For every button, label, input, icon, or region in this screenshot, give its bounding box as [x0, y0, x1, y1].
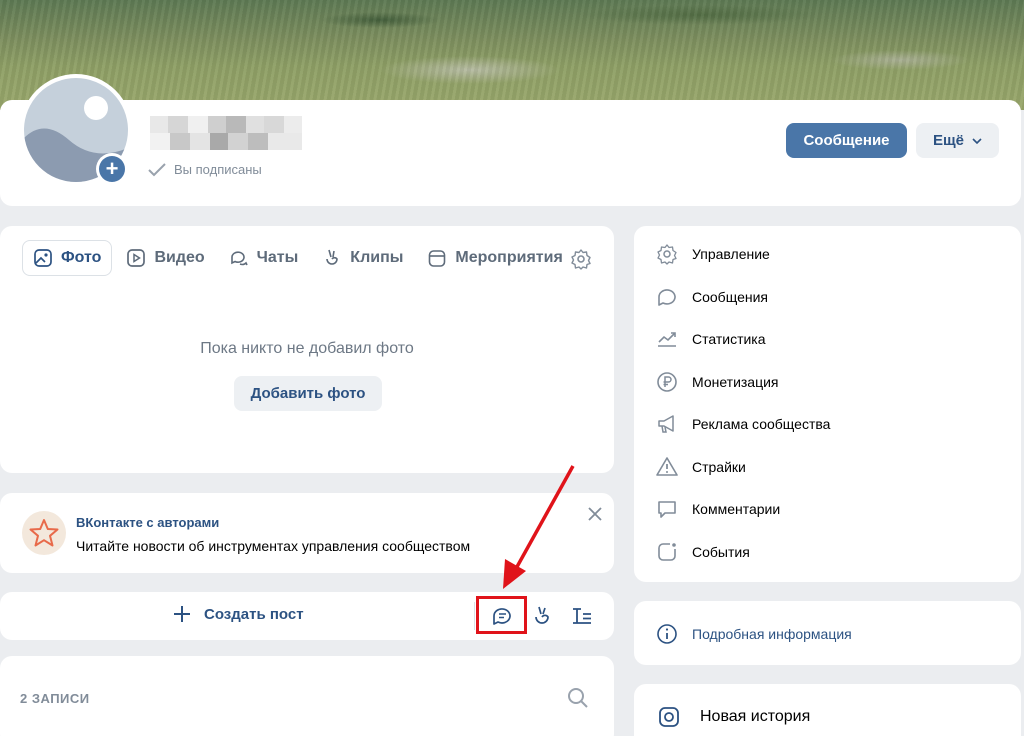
tab-photo-label: Фото [61, 249, 102, 266]
plus-icon: + [99, 156, 125, 182]
clips-icon [326, 249, 339, 265]
new-story-label: Новая история [700, 708, 811, 725]
gear-icon[interactable] [570, 248, 592, 270]
check-icon [148, 162, 166, 176]
gear-icon [657, 244, 677, 265]
menu-item-events[interactable]: События [656, 541, 750, 563]
tab-events[interactable]: Мероприятия [417, 240, 572, 276]
menu-item-label: Страйки [692, 459, 746, 475]
more-button[interactable]: Ещё [916, 123, 999, 158]
tab-events-label: Мероприятия [455, 249, 563, 266]
tab-photo[interactable]: Фото [22, 240, 113, 276]
menu-item-monetization[interactable]: Монетизация [656, 371, 779, 393]
events-icon [658, 543, 676, 561]
avatar-add-button[interactable]: + [96, 153, 128, 185]
tab-clips-label: Клипы [350, 249, 404, 266]
promo-card: ВКонтакте с авторами Читайте новости об … [0, 493, 614, 573]
warning-icon [656, 457, 678, 476]
video-icon [127, 249, 146, 267]
chart-icon [658, 332, 676, 347]
posts-card: 2 ЗАПИСИ [0, 656, 614, 736]
tab-chats-label: Чаты [256, 249, 299, 266]
subscription-status-label: Вы подписаны [174, 162, 262, 177]
media-card: Фото Видео Чаты Клипы Мероприятия Пока н… [0, 226, 614, 473]
promo-text: Читайте новости об инструментах управлен… [76, 538, 471, 554]
menu-item-label: Комментарии [692, 501, 781, 517]
menu-item-strikes[interactable]: Страйки [656, 456, 746, 478]
tab-video-label: Видео [154, 249, 205, 266]
tab-clips[interactable]: Клипы [312, 240, 413, 276]
menu-item-label: Монетизация [692, 374, 779, 390]
menu-item-label: Реклама сообщества [692, 416, 831, 432]
menu-item-comments[interactable]: Комментарии [656, 498, 780, 520]
plus-icon [174, 606, 190, 622]
chats-icon [230, 251, 248, 266]
menu-item-messages[interactable]: Сообщения [656, 286, 768, 308]
management-menu: Управление Сообщения Статистика Монетиза… [634, 226, 1021, 582]
divider [474, 602, 475, 630]
photo-icon [34, 249, 52, 267]
clips-icon[interactable] [530, 604, 554, 628]
promo-title[interactable]: ВКонтакте с авторами [76, 515, 219, 530]
menu-item-label: Статистика [692, 331, 766, 347]
menu-item-management[interactable]: Управление [656, 243, 770, 265]
more-button-label: Ещё [932, 132, 964, 149]
story-card: Новая история [634, 684, 1021, 736]
add-photo-button[interactable]: Добавить фото [234, 376, 382, 411]
menu-item-ads[interactable]: Реклама сообщества [656, 413, 830, 435]
detailed-info-link[interactable]: Подробная информация [656, 623, 852, 645]
star-icon [29, 519, 59, 547]
media-tabs: Фото Видео Чаты Клипы Мероприятия [22, 240, 577, 276]
info-card: Подробная информация [634, 601, 1021, 665]
tab-video[interactable]: Видео [116, 240, 214, 276]
chevron-down-icon [972, 137, 982, 144]
detailed-info-label: Подробная информация [692, 626, 852, 642]
posts-count: 2 ЗАПИСИ [20, 691, 90, 706]
message-button[interactable]: Сообщение [786, 123, 907, 158]
comment-icon [658, 501, 676, 518]
empty-photos-text: Пока никто не добавил фото [200, 340, 414, 357]
message-icon [658, 289, 676, 306]
tab-chats[interactable]: Чаты [219, 240, 309, 276]
menu-item-statistics[interactable]: Статистика [656, 328, 766, 350]
ruble-icon [657, 372, 677, 392]
info-icon [657, 624, 677, 644]
create-post-label: Создать пост [204, 605, 304, 623]
menu-item-label: Сообщения [692, 289, 768, 305]
create-post-button[interactable]: Создать пост [172, 604, 304, 624]
close-icon[interactable] [586, 505, 604, 523]
menu-item-label: События [692, 544, 750, 560]
profile-name-blurred [150, 116, 302, 150]
highlight-box [476, 596, 527, 634]
promo-avatar [22, 511, 66, 555]
cover-image [0, 0, 1024, 110]
text-format-icon[interactable] [570, 604, 594, 628]
megaphone-icon [658, 415, 674, 433]
new-story-button[interactable]: Новая история [658, 706, 810, 728]
camera-icon [659, 707, 679, 727]
calendar-icon [429, 250, 446, 267]
menu-item-label: Управление [692, 246, 770, 262]
subscription-status[interactable]: Вы подписаны [148, 162, 262, 177]
search-icon[interactable] [566, 686, 590, 710]
